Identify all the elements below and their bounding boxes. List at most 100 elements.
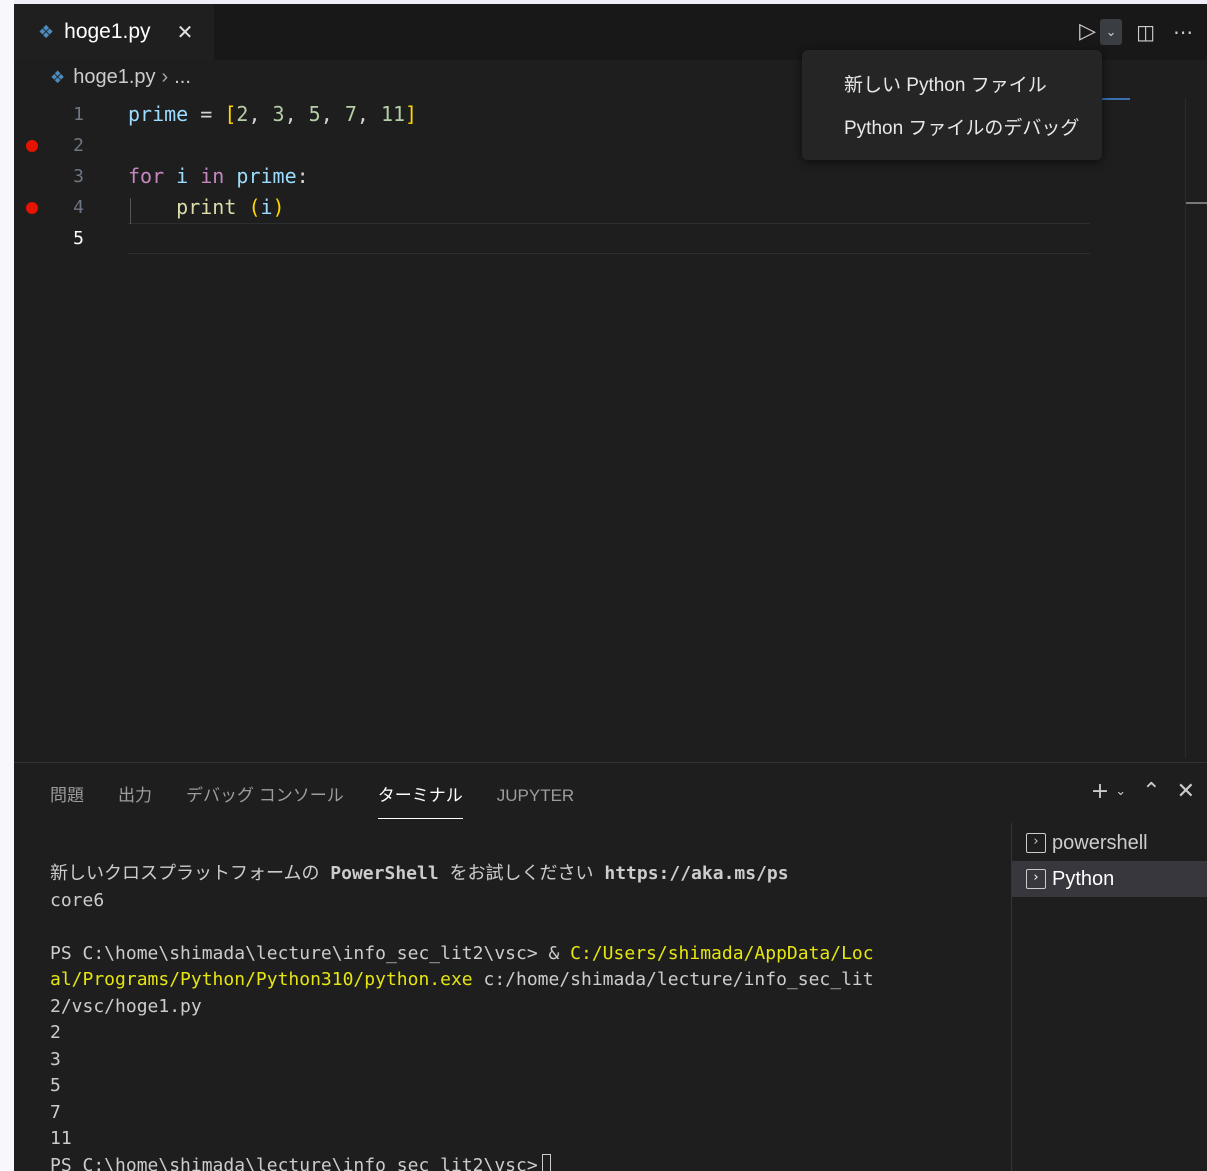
token-punct: : [296,164,309,188]
terminal-list-label: powershell [1052,832,1148,854]
run-dropdown-chevron-icon[interactable]: ⌄ [1100,19,1123,45]
terminal-text: c:/home/shimada/lecture/info_sec_lit [472,969,874,990]
code-text: for i in prime: [128,161,309,192]
token-variable: prime [236,164,297,188]
token-punct: , [284,102,309,126]
token-number: 3 [272,102,285,126]
token-variable: prime [128,102,189,126]
token-punct: , [320,102,345,126]
breadcrumb-symbols[interactable]: ... [174,66,191,89]
line-number[interactable]: 2 [54,130,84,161]
terminal-text: C:/Users/shimada/AppData/Loc [570,942,874,964]
token-variable: i [176,164,189,188]
terminal-icon: › [1026,869,1046,889]
token-operator: = [188,102,225,126]
panel-tabs: 問題 出力 デバッグ コンソール ターミナル JUPYTER [50,783,608,819]
close-panel-icon[interactable]: ✕ [1177,779,1195,804]
terminal-output-line: 3 [50,1048,61,1070]
window-left-edge [0,0,14,1171]
new-terminal-plus-icon[interactable]: + [1091,779,1109,804]
code-line-4[interactable]: 4 print (i) [14,192,1184,223]
run-python-file-icon[interactable]: ▷ [1079,18,1096,46]
terminal-output-line: 5 [50,1075,61,1096]
tab-label: hoge1.py [64,20,151,43]
terminal-output-line: 7 [50,1101,61,1123]
terminal-line: 新しいクロスプラットフォームの PowerShell をお試しください http… [50,861,980,888]
python-file-icon: ❖ [38,21,55,43]
terminal-line: PS C:\home\shimada\lecture\info_sec_lit2… [50,941,980,968]
tab-hoge1-py[interactable]: ❖ hoge1.py ✕ [14,4,214,60]
terminal-output[interactable]: 新しいクロスプラットフォームの PowerShell をお試しください http… [50,861,980,1171]
breadcrumb: ❖ hoge1.py › ... [50,66,191,89]
token-number: 2 [236,102,249,126]
line-number[interactable]: 3 [54,161,84,192]
terminal-link[interactable]: https://aka.ms/ps [604,863,788,884]
token-bracket: ] [405,102,418,126]
line-number[interactable]: 4 [54,192,84,223]
terminal-output-line: 2 [50,1022,61,1043]
terminal-output-line: 11 [50,1128,72,1149]
run-dropdown-menu: 新しい Python ファイル Python ファイルのデバッグ [802,50,1102,160]
panel-actions: + ⌄ ⌃ ✕ [1075,779,1195,804]
terminal-text: をお試しください [438,863,605,884]
terminal-list-label: Python [1052,868,1115,890]
token-number: 7 [344,102,357,126]
breadcrumb-file[interactable]: hoge1.py [73,66,155,89]
menu-item-run-python-file[interactable]: 新しい Python ファイル [802,64,1102,107]
terminal-line: core6 [50,889,105,911]
token-keyword: in [200,164,225,188]
terminal-list: › powershell › Python [1012,825,1207,897]
terminal-prompt-line: PS C:\home\shimada\lecture\info_sec_lit2… [50,1153,980,1171]
code-text: prime = [2, 3, 5, 7, 11] [128,99,417,130]
terminal-profile-chevron-icon[interactable]: ⌄ [1115,784,1126,799]
token-bracket: ( [248,195,261,219]
terminal-text: 新しいクロスプラットフォームの [50,863,331,884]
python-file-icon: ❖ [50,67,66,87]
token-variable: i [260,195,273,219]
vscode-window: ❖ hoge1.py ✕ ▷ ⌄ ◫ ⋯ ❖ hoge1.py › ... 1 … [14,4,1207,1171]
maximize-panel-chevron-up-icon[interactable]: ⌃ [1142,779,1160,804]
tab-terminal[interactable]: ターミナル [377,783,463,819]
token-bracket: [ [224,102,237,126]
terminal-prompt: PS C:\home\shimada\lecture\info_sec_lit2… [50,1154,538,1171]
tab-debug-console[interactable]: デバッグ コンソール [186,783,344,819]
close-icon[interactable]: ✕ [177,20,194,44]
code-line-5[interactable]: 5 [14,223,1184,254]
token-punct: , [356,102,381,126]
terminal-text: al/Programs/Python/Python310/python.exe [50,969,473,990]
terminal-list-item-powershell[interactable]: › powershell [1012,825,1207,861]
menu-item-debug-python-file[interactable]: Python ファイルのデバッグ [802,107,1102,150]
token-function: print [176,195,237,219]
tab-output[interactable]: 出力 [118,783,152,819]
bottom-panel: 問題 出力 デバッグ コンソール ターミナル JUPYTER + ⌄ ⌃ ✕ 新… [14,762,1207,1171]
breakpoint-icon[interactable] [26,202,38,214]
terminal-text: PowerShell [330,863,439,884]
editor-scrollbar-track [1185,98,1186,758]
tab-jupyter[interactable]: JUPYTER [497,783,574,819]
token-bracket: ) [272,195,285,219]
terminal-list-item-python[interactable]: › Python [1012,861,1207,897]
split-editor-icon[interactable]: ◫ [1136,18,1155,46]
scrollbar-cursor-marker [1186,202,1207,204]
line-number[interactable]: 5 [54,223,84,254]
line-number[interactable]: 1 [54,99,84,130]
token-number: 5 [308,102,321,126]
code-line-3[interactable]: 3 for i in prime: [14,161,1184,192]
terminal-line: 2/vsc/hoge1.py [50,995,202,1017]
token-punct: , [248,102,273,126]
token-number: 11 [380,102,406,126]
terminal-line: al/Programs/Python/Python310/python.exe … [50,967,980,994]
token-keyword: for [128,164,165,188]
terminal-text: PS C:\home\shimada\lecture\info_sec_lit2… [50,942,571,964]
breakpoint-icon[interactable] [26,140,38,152]
tab-problems[interactable]: 問題 [50,783,84,819]
terminal-cursor [541,1153,551,1171]
terminal-icon: › [1026,833,1046,853]
code-text: print (i) [128,192,285,223]
breadcrumb-separator: › [161,66,169,88]
editor-actions: ▷ ⌄ ◫ ⋯ [1079,18,1193,46]
code-editor[interactable]: 1 prime = [2, 3, 5, 7, 11] 2 3 for i in … [14,99,1184,759]
more-actions-icon[interactable]: ⋯ [1173,18,1193,46]
minimap-slider[interactable] [1100,98,1130,100]
